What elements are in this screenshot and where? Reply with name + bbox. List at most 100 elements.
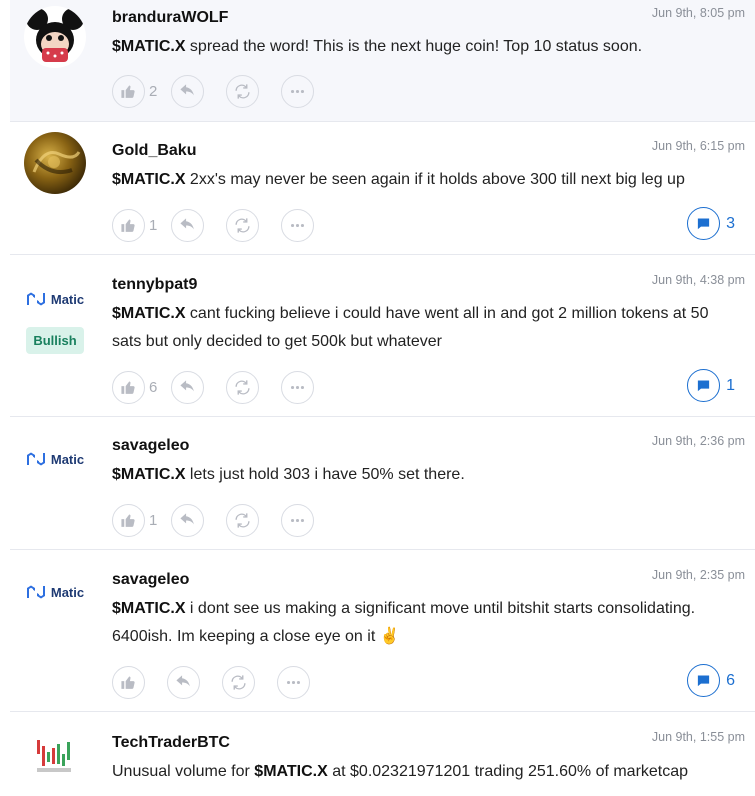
gold-avatar-icon (24, 132, 86, 194)
message-body: $MATIC.X spread the word! This is the ne… (112, 33, 725, 61)
reshare-icon (235, 217, 250, 233)
ticker-link[interactable]: $MATIC.X (254, 763, 327, 780)
ticker-link[interactable]: $MATIC.X (112, 600, 185, 617)
matic-icon (26, 585, 45, 599)
thumbs-up-icon (121, 219, 135, 232)
reply-button[interactable] (171, 208, 204, 242)
like-button[interactable] (112, 208, 145, 242)
like-button[interactable] (112, 665, 145, 699)
ticker-link[interactable]: $MATIC.X (112, 305, 185, 322)
message-post: TechTraderBTC Jun 9th, 1:55 pm Unusual v… (10, 712, 755, 796)
username[interactable]: TechTraderBTC (112, 734, 230, 752)
message-text: cant fucking believe i could have went a… (112, 305, 709, 350)
avatar[interactable] (20, 132, 90, 194)
reply-count: 3 (726, 214, 735, 232)
matic-logo-text: Matic (50, 451, 85, 467)
matic-logo: Matic (20, 291, 90, 307)
like-button[interactable] (112, 74, 145, 108)
more-button[interactable] (277, 665, 310, 699)
reply-button[interactable] (167, 665, 200, 699)
reshare-icon (235, 379, 250, 395)
like-count: 2 (149, 82, 158, 100)
reply-count: 1 (726, 376, 735, 394)
reply-button[interactable] (171, 503, 204, 537)
message-post: Matic savageleo Jun 9th, 2:36 pm $MATIC.… (10, 417, 755, 550)
like-button[interactable] (112, 370, 145, 404)
timestamp[interactable]: Jun 9th, 1:55 pm (652, 730, 745, 744)
thumbs-up-icon (121, 676, 135, 689)
matic-logo: Matic (20, 451, 90, 467)
message-body: $MATIC.X i dont see us making a signific… (112, 595, 725, 651)
ticker-link[interactable]: $MATIC.X (112, 171, 185, 188)
more-button[interactable] (281, 370, 314, 404)
reshare-button[interactable] (226, 208, 259, 242)
avatar[interactable]: Matic Bullish (20, 265, 90, 354)
timestamp[interactable]: Jun 9th, 2:36 pm (652, 434, 745, 448)
timestamp[interactable]: Jun 9th, 8:05 pm (652, 6, 745, 20)
username[interactable]: Gold_Baku (112, 142, 196, 160)
avatar[interactable] (20, 736, 90, 776)
message-post: Matic Bullish tennybpat9 Jun 9th, 4:38 p… (10, 255, 755, 417)
mickey-avatar-icon (24, 6, 86, 68)
reply-bubble (687, 664, 721, 697)
reply-arrow-icon (180, 379, 194, 391)
timestamp[interactable]: Jun 9th, 4:38 pm (652, 273, 745, 287)
avatar[interactable] (20, 6, 90, 68)
more-button[interactable] (281, 503, 314, 537)
reply-button[interactable] (171, 74, 204, 108)
message-body: Unusual volume for $MATIC.X at $0.023219… (112, 758, 725, 786)
ticker-link[interactable]: $MATIC.X (112, 466, 185, 483)
more-dots-icon (290, 223, 305, 227)
reply-count: 6 (726, 671, 735, 689)
username[interactable]: branduraWOLF (112, 9, 228, 27)
reply-arrow-icon (180, 217, 194, 229)
more-dots-icon (286, 680, 301, 684)
message-text: i dont see us making a significant move … (112, 600, 696, 645)
reshare-button[interactable] (222, 665, 255, 699)
thumbs-up-icon (121, 514, 135, 527)
message-text: 2xx's may never be seen again if it hold… (185, 171, 685, 188)
message-text: lets just hold 303 i have 50% set there. (185, 466, 465, 483)
ticker-link[interactable]: $MATIC.X (112, 38, 185, 55)
matic-logo-text: Matic (50, 291, 85, 307)
more-dots-icon (290, 518, 305, 522)
reply-bubble (687, 207, 721, 240)
message-text: spread the word! This is the next huge c… (185, 38, 643, 55)
action-bar: 1 (112, 502, 336, 538)
avatar[interactable]: Matic (20, 427, 90, 467)
matic-logo: Matic (20, 584, 90, 600)
matic-icon (26, 452, 45, 466)
username[interactable]: tennybpat9 (112, 276, 197, 294)
view-replies-button[interactable]: 1 (687, 369, 735, 402)
reshare-button[interactable] (226, 74, 259, 108)
like-count: 1 (149, 511, 158, 529)
matic-icon (26, 292, 45, 306)
more-button[interactable] (281, 208, 314, 242)
action-bar: 2 (112, 73, 336, 109)
action-bar: 1 (112, 207, 336, 243)
more-dots-icon (290, 385, 305, 389)
sentiment-badge: Bullish (26, 327, 84, 354)
avatar[interactable]: Matic (20, 560, 90, 600)
more-button[interactable] (281, 74, 314, 108)
more-dots-icon (290, 89, 305, 93)
view-replies-button[interactable]: 3 (687, 207, 735, 240)
thumbs-up-icon (121, 85, 135, 98)
timestamp[interactable]: Jun 9th, 6:15 pm (652, 139, 745, 153)
reshare-button[interactable] (226, 503, 259, 537)
reshare-button[interactable] (226, 370, 259, 404)
like-count: 6 (149, 378, 158, 396)
chat-bubble-icon (697, 675, 710, 687)
username[interactable]: savageleo (112, 571, 189, 589)
reply-button[interactable] (171, 370, 204, 404)
message-post: Matic savageleo Jun 9th, 2:35 pm $MATIC.… (10, 550, 755, 712)
timestamp[interactable]: Jun 9th, 2:35 pm (652, 568, 745, 582)
like-button[interactable] (112, 503, 145, 537)
view-replies-button[interactable]: 6 (687, 664, 735, 697)
reply-arrow-icon (176, 674, 190, 686)
username[interactable]: savageleo (112, 437, 189, 455)
chat-bubble-icon (697, 218, 710, 230)
action-bar: 6 (112, 369, 336, 405)
message-post: branduraWOLF Jun 9th, 8:05 pm $MATIC.X s… (10, 0, 755, 122)
message-body: $MATIC.X 2xx's may never be seen again i… (112, 166, 725, 194)
